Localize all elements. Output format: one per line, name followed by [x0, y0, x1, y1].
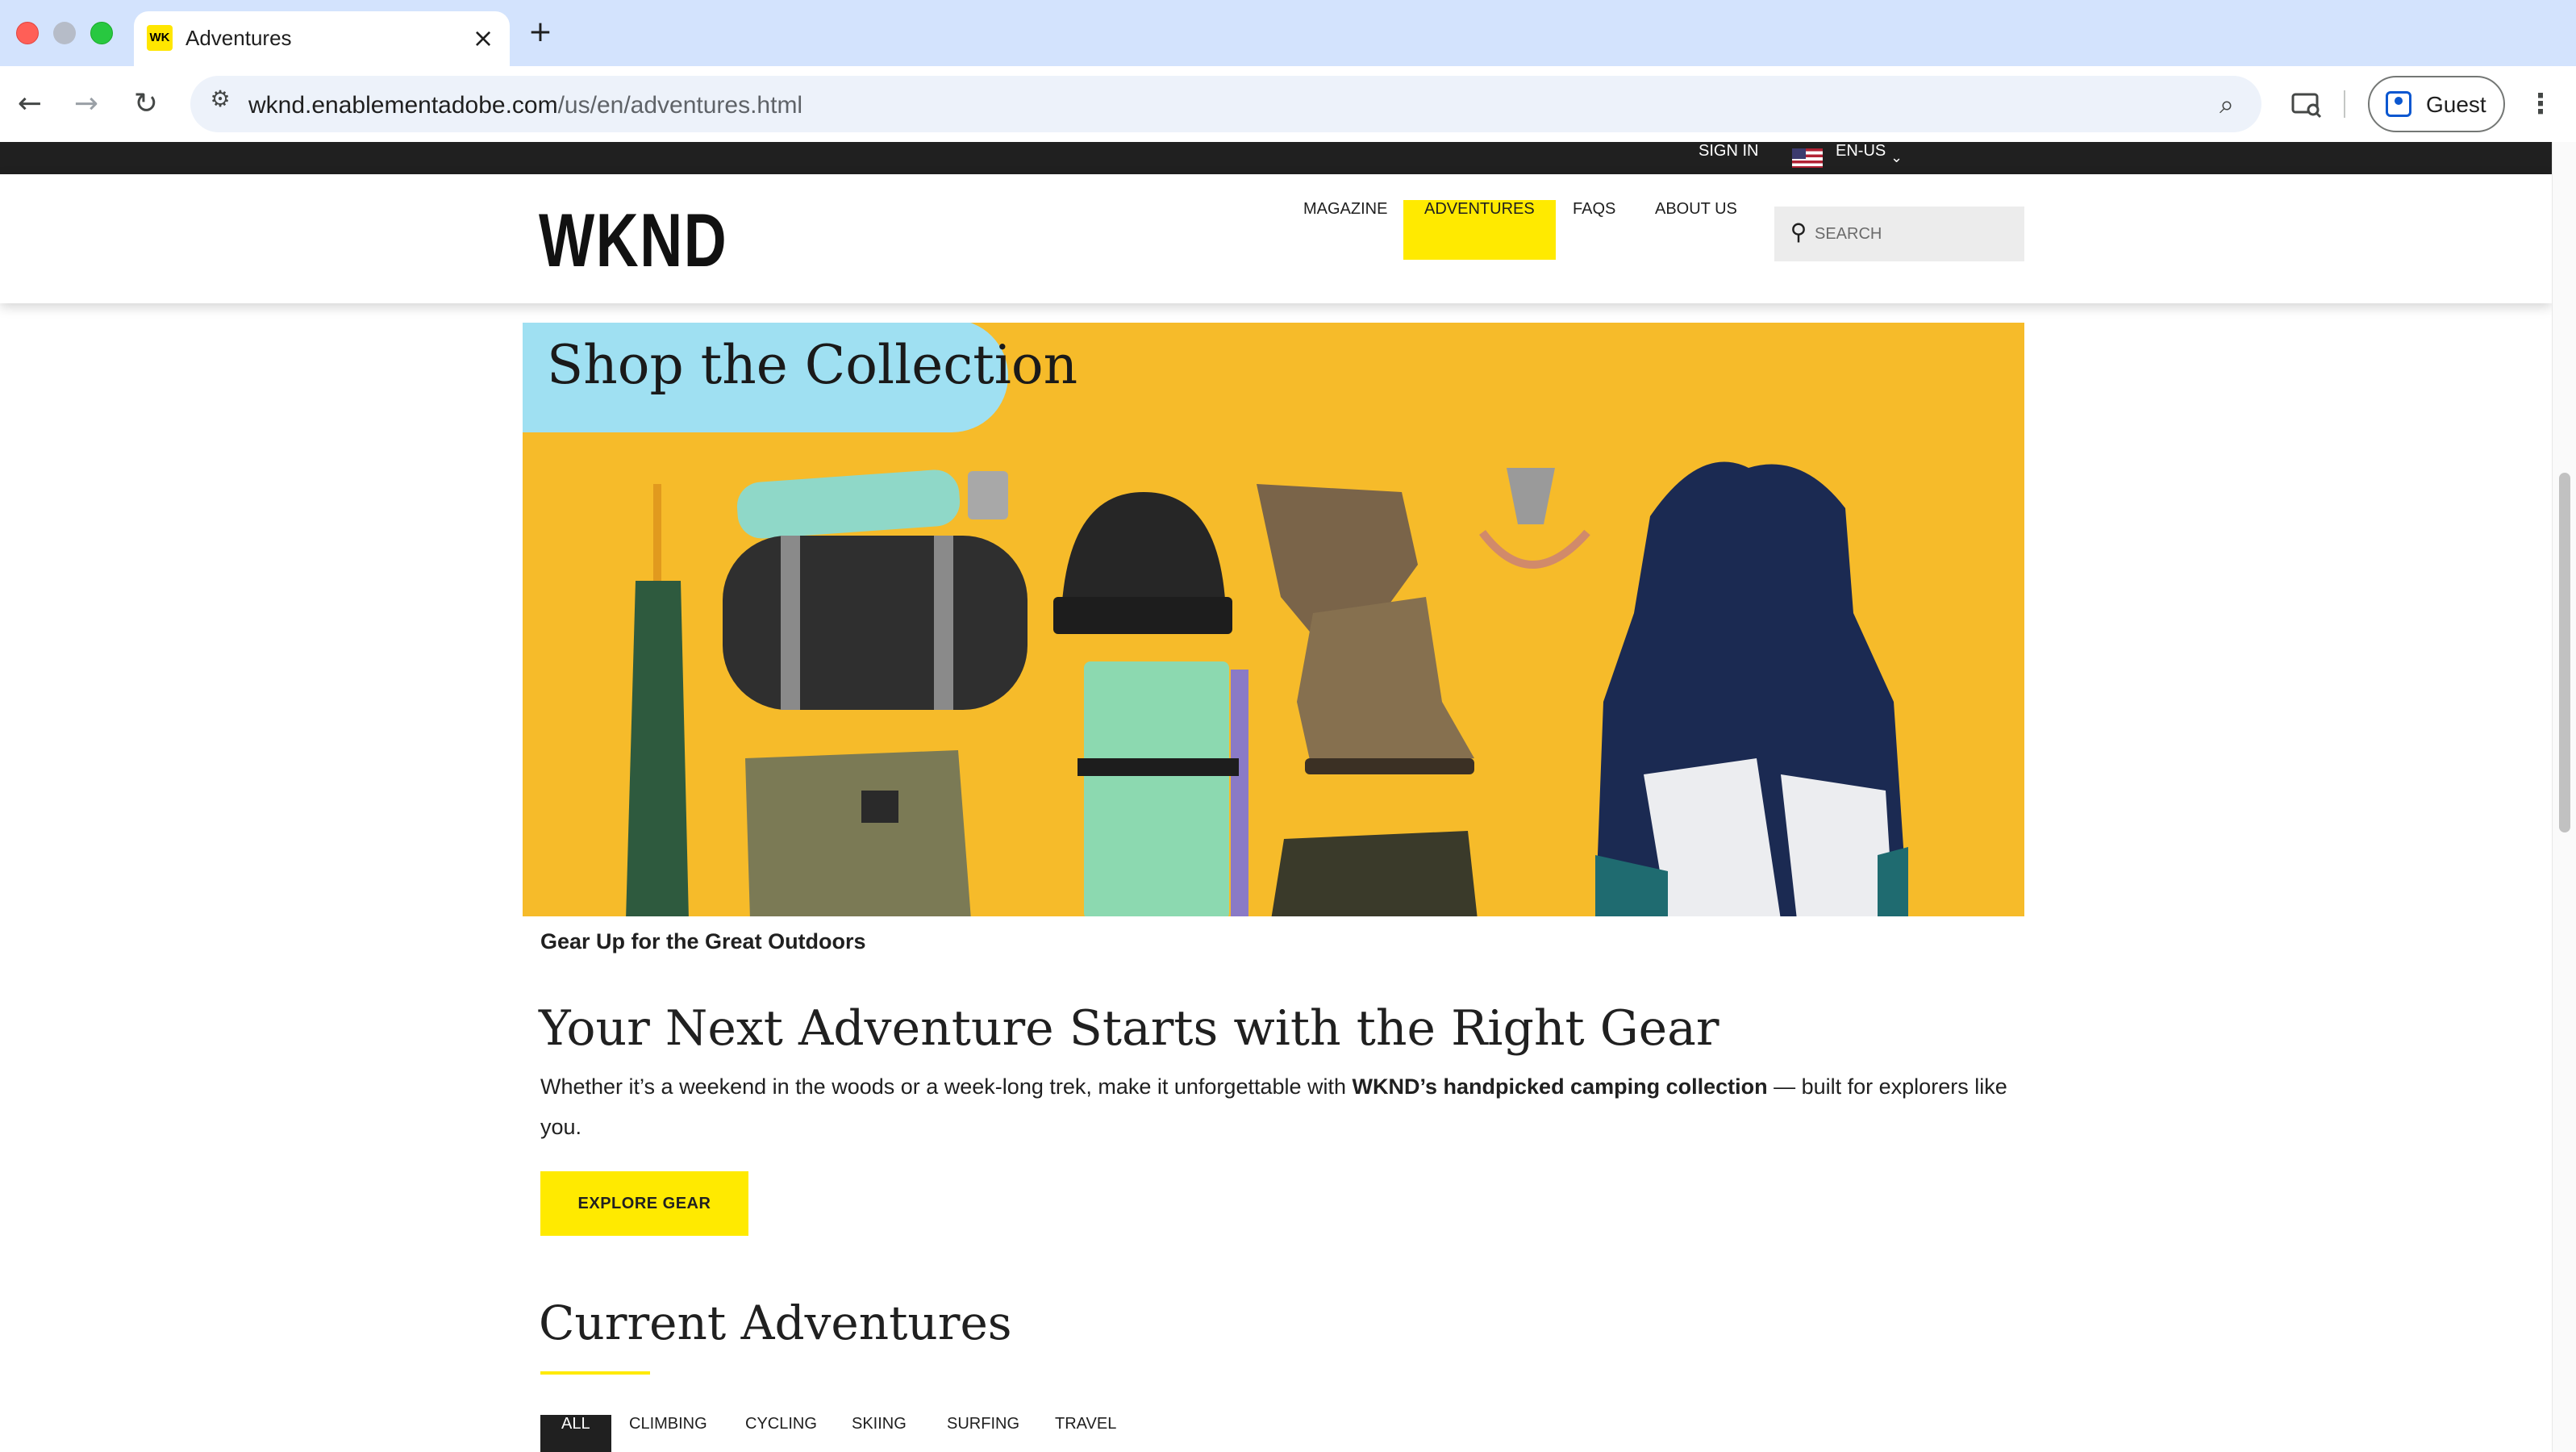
- url-path: /us/en/adventures.html: [557, 92, 803, 119]
- plus-icon[interactable]: +: [523, 15, 558, 50]
- wknd-logo[interactable]: WKND: [539, 197, 727, 284]
- guest-profile-icon: [2386, 91, 2411, 117]
- reload-icon[interactable]: ↻: [126, 84, 166, 124]
- filter-all[interactable]: ALL: [540, 1415, 611, 1452]
- browser-tab-strip: WK Adventures × +: [0, 0, 2576, 66]
- nav-adventures[interactable]: ADVENTURES: [1403, 200, 1556, 260]
- toolbar-divider: [2344, 90, 2345, 118]
- profile-label: Guest: [2426, 92, 2486, 117]
- utility-bar: SIGN IN EN-US ⌄: [0, 142, 2552, 174]
- filter-climbing[interactable]: CLIMBING: [608, 1415, 728, 1452]
- hero-badge-text: Shop the Collection: [547, 334, 1078, 396]
- chevron-down-icon[interactable]: ⌄: [1890, 147, 1903, 169]
- browser-tab[interactable]: WK Adventures ×: [134, 11, 510, 66]
- intro-paragraph: Whether it’s a weekend in the woods or a…: [540, 1066, 2024, 1147]
- wknd-favicon-icon: WK: [147, 25, 173, 51]
- hero-caption: Gear Up for the Great Outdoors: [540, 929, 866, 953]
- url-text[interactable]: wknd.enablementadobe.com/us/en/adventure…: [248, 92, 802, 119]
- page-viewport: SIGN IN EN-US ⌄ WKND MAGAZINE ADVENTURES…: [0, 142, 2552, 1452]
- back-arrow-icon[interactable]: ←: [10, 84, 50, 124]
- more-vert-icon[interactable]: ⋮: [2524, 84, 2557, 124]
- nav-faqs[interactable]: FAQS: [1552, 200, 1636, 260]
- title-underline: [540, 1371, 650, 1375]
- intro-text-bold: WKND’s handpicked camping collection: [1352, 1074, 1768, 1099]
- search-icon: ⚲: [1790, 219, 1807, 245]
- intro-text-start: Whether it’s a weekend in the woods or a…: [540, 1074, 1353, 1099]
- filter-travel[interactable]: TRAVEL: [1034, 1415, 1137, 1452]
- sign-in-link[interactable]: SIGN IN: [1699, 142, 1758, 174]
- scrollbar-thumb[interactable]: [2559, 473, 2570, 832]
- site-search[interactable]: ⚲: [1774, 207, 2024, 261]
- close-tab-icon[interactable]: ×: [468, 23, 498, 53]
- page-scrollbar[interactable]: [2552, 142, 2576, 1452]
- close-window-button[interactable]: [16, 22, 39, 44]
- site-header: WKND MAGAZINE ADVENTURES FAQS ABOUT US ⚲: [0, 174, 2552, 303]
- browser-toolbar: ← → ↻ ⚙ wknd.enablementadobe.com/us/en/a…: [0, 66, 2576, 142]
- language-selector[interactable]: EN-US: [1836, 142, 1886, 174]
- current-adventures-title: Current Adventures: [539, 1296, 1012, 1350]
- page-headline: Your Next Adventure Starts with the Righ…: [539, 1000, 1719, 1057]
- minimize-window-button[interactable]: [53, 22, 76, 44]
- hero-banner[interactable]: Shop the Collection: [523, 323, 2024, 916]
- nav-magazine[interactable]: MAGAZINE: [1282, 200, 1408, 260]
- url-host: wknd.enablementadobe.com: [248, 92, 558, 119]
- search-input[interactable]: [1815, 219, 2008, 248]
- maximize-window-button[interactable]: [90, 22, 113, 44]
- forward-arrow-icon[interactable]: →: [66, 84, 106, 124]
- us-flag-icon[interactable]: [1792, 148, 1823, 168]
- filter-surfing[interactable]: SURFING: [926, 1415, 1040, 1452]
- explore-gear-button[interactable]: EXPLORE GEAR: [540, 1171, 748, 1236]
- zoom-magnifier-icon[interactable]: ⌕: [2210, 87, 2244, 121]
- tab-title: Adventures: [185, 26, 292, 50]
- nav-about-us[interactable]: ABOUT US: [1634, 200, 1758, 260]
- cast-search-icon[interactable]: [2286, 84, 2326, 124]
- site-settings-icon[interactable]: ⚙: [202, 86, 239, 123]
- shop-collection-badge[interactable]: Shop the Collection: [523, 323, 1078, 432]
- profile-button[interactable]: Guest: [2368, 76, 2505, 132]
- address-bar[interactable]: ⚙ wknd.enablementadobe.com/us/en/adventu…: [190, 76, 2261, 132]
- filter-skiing[interactable]: SKIING: [831, 1415, 927, 1452]
- filter-cycling[interactable]: CYCLING: [724, 1415, 838, 1452]
